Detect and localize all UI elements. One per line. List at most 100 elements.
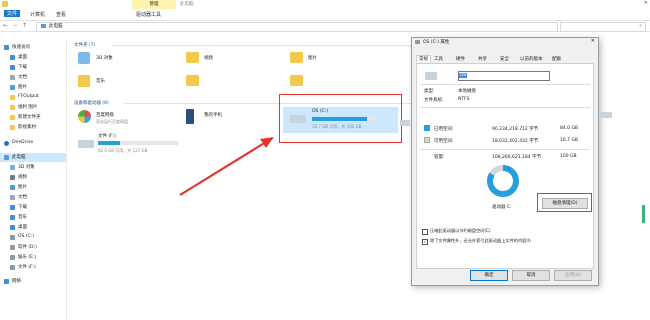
app-baidu-netdisk[interactable]: 百度网盘 <box>96 112 114 118</box>
free-space-swatch <box>424 137 430 143</box>
sidebar-item-videos[interactable]: 视频 <box>0 173 66 182</box>
sidebar-item-documents-2[interactable]: 文档 <box>0 193 66 202</box>
arrow-to-drive-c <box>179 137 274 196</box>
drive-icon <box>400 120 410 126</box>
capacity-gb: 100 GB <box>560 154 577 159</box>
close-icon[interactable]: ✕ <box>591 38 595 44</box>
picture-icon <box>10 185 15 190</box>
tab-previous-versions[interactable]: 以前的版本 <box>520 56 543 62</box>
sidebar-item-new-folder[interactable]: 新建文件夹 <box>0 113 66 122</box>
scrollbar-indicator[interactable] <box>642 205 645 223</box>
tab-drive-tools[interactable]: 驱动器工具 <box>136 11 161 18</box>
folder-icon <box>290 75 303 86</box>
sidebar-item-pictures-2[interactable]: 图片 <box>0 183 66 192</box>
tab-tools[interactable]: 工具 <box>434 56 443 62</box>
breadcrumb: 此电脑 <box>49 24 63 29</box>
forward-arrow-icon[interactable]: → <box>12 22 17 29</box>
download-icon <box>10 205 15 210</box>
volume-name-text: OS <box>459 73 468 78</box>
free-space-bytes: 18,032,402,432 字节 <box>492 139 539 144</box>
phone-icon <box>186 109 194 124</box>
sidebar-item-ffoutput[interactable]: FFOutput <box>0 93 66 102</box>
used-space-gb: 84.0 GB <box>560 126 579 131</box>
cancel-button[interactable]: 取消 <box>512 270 550 281</box>
used-space-bytes: 90,234,218,712 字节 <box>492 127 539 132</box>
folder-pictures[interactable]: 图片 <box>308 55 317 61</box>
desktop-icon <box>10 55 15 60</box>
sidebar-item-desktop[interactable]: 桌面 <box>0 53 66 62</box>
sidebar-item-onedrive[interactable]: OneDrive <box>0 139 66 148</box>
apply-button[interactable]: 应用(A) <box>554 270 592 281</box>
sidebar-item-downloads-2[interactable]: 下载 <box>0 203 66 212</box>
tab-sharing[interactable]: 共享 <box>478 56 487 62</box>
sidebar-item-video-assets[interactable]: 影视素材 <box>0 123 66 132</box>
used-space-label: 已用空间: <box>434 127 454 132</box>
ribbon: 文件 计算机 查看 驱动器工具 <box>0 9 650 21</box>
drive-icon <box>78 140 94 148</box>
sidebar-item-downloads[interactable]: 下载 <box>0 63 66 72</box>
back-arrow-icon[interactable]: ← <box>3 22 8 29</box>
cloud-icon <box>4 141 9 146</box>
tab-hardware[interactable]: 硬件 <box>456 56 465 62</box>
drive-icon <box>10 265 15 270</box>
tab-computer[interactable]: 计算机 <box>30 11 45 18</box>
sidebar-item-desktop-2[interactable]: 桌面 <box>0 223 66 232</box>
folder-icon <box>186 75 199 86</box>
filesystem-value: NTFS <box>458 97 470 102</box>
folders-section-header[interactable]: 文件夹 (7) <box>74 42 95 48</box>
divider <box>420 84 590 85</box>
ok-button[interactable]: 确定 <box>470 270 508 281</box>
sidebar-item-documents[interactable]: 文档 <box>0 73 66 82</box>
navigation-pane: 快速访问 桌面 下载 文档 图片 FFOutput 福利 图片 新建文件夹 影视… <box>0 39 67 320</box>
volume-name-input[interactable]: OS <box>458 71 550 81</box>
tab-file[interactable]: 文件 <box>4 10 21 17</box>
sidebar-item-music[interactable]: 音乐 <box>0 213 66 222</box>
manage-tab[interactable]: 管理 <box>132 0 176 9</box>
sidebar-item-drive-c[interactable]: OS (C:) <box>0 233 66 242</box>
drives-section-header[interactable]: 设备和驱动器 (6) <box>74 100 109 106</box>
search-input[interactable]: ⌕ <box>560 22 646 32</box>
sidebar-item-pictures[interactable]: 图片 <box>0 83 66 92</box>
divider <box>420 107 590 108</box>
drive-icon <box>415 40 420 44</box>
tab-view[interactable]: 查看 <box>56 11 66 18</box>
sidebar-item-quick-access[interactable]: 快速访问 <box>0 43 66 52</box>
sidebar-item-this-pc[interactable]: 此电脑 <box>0 153 66 162</box>
app-baidu-subtitle: 双击运行百度网盘 <box>96 119 128 124</box>
cube-icon <box>10 165 15 170</box>
folder-icon <box>2 1 8 7</box>
sidebar-item-network[interactable]: 网络 <box>0 277 66 286</box>
close-icon[interactable]: ✕ <box>644 0 648 6</box>
compress-checkbox[interactable] <box>422 229 428 235</box>
sidebar-item-drive-e[interactable]: 娱乐 (E:) <box>0 253 66 262</box>
folder-videos[interactable]: 视频 <box>204 55 213 61</box>
sidebar-item-drive-f[interactable]: 文件 (F:) <box>0 263 66 272</box>
drive-f-space: 92.0 GB 可用，共 127 GB <box>98 148 148 153</box>
drive-f-usage-bar <box>98 141 178 145</box>
up-arrow-icon[interactable]: ↑ <box>22 22 27 29</box>
drive-f-usage-fill <box>98 141 121 145</box>
title-bar: 管理 此电脑 ✕ <box>0 0 650 9</box>
folder-icon <box>10 95 15 100</box>
highlight-box-drive-c <box>279 94 402 143</box>
tab-security[interactable]: 安全 <box>500 56 509 62</box>
folder-3d-objects[interactable]: 3D 对象 <box>96 55 113 61</box>
address-bar[interactable]: 此电脑 <box>36 22 558 32</box>
folder-music[interactable]: 音乐 <box>96 78 105 84</box>
document-icon <box>10 195 15 200</box>
tab-quota[interactable]: 配额 <box>552 56 561 62</box>
sidebar-item-3d-objects[interactable]: 3D 对象 <box>0 163 66 172</box>
drive-f-name[interactable]: 文件 (F:) <box>98 133 116 139</box>
drive-icon <box>10 255 15 260</box>
tab-general[interactable]: 常规 <box>416 55 431 62</box>
section-divider <box>112 45 412 46</box>
free-space-label: 可用空间: <box>434 139 454 144</box>
sidebar-item-fuli[interactable]: 福利 图片 <box>0 103 66 112</box>
app-my-phone[interactable]: 我的手机 <box>204 112 222 118</box>
star-icon <box>4 45 9 50</box>
drive-letter-label: 驱动器 C: <box>492 205 512 210</box>
folder-icon <box>10 105 15 110</box>
drive-icon <box>425 72 437 80</box>
sidebar-item-drive-d[interactable]: 软件 (D:) <box>0 243 66 252</box>
index-checkbox[interactable]: ✓ <box>422 239 428 245</box>
